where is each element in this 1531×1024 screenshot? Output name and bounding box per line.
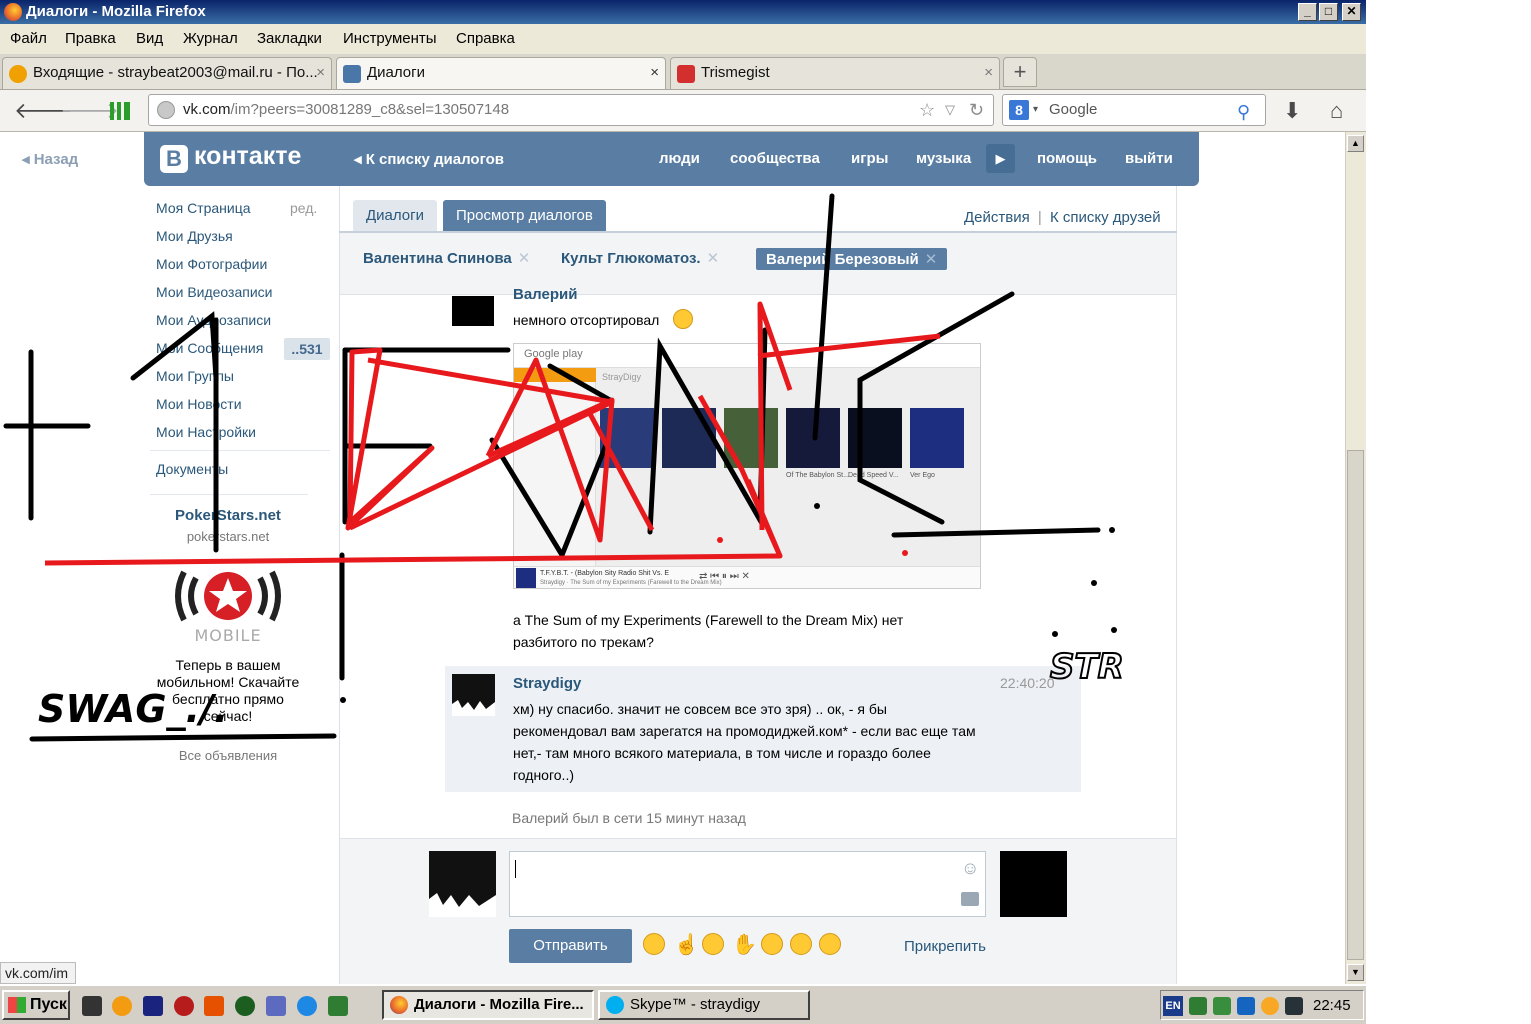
task-firefox[interactable]: Диалоги - Mozilla Fire... [382, 990, 594, 1020]
quicklaunch-icon[interactable] [266, 996, 286, 1016]
start-label: Пуск [30, 996, 67, 1013]
quicklaunch-icon[interactable] [112, 996, 132, 1016]
tray-icon[interactable] [1285, 997, 1303, 1015]
start-button[interactable]: Пуск [2, 990, 70, 1020]
task-label: Skype™ - straydigy [630, 996, 761, 1013]
status-url: vk.com/im [0, 962, 76, 984]
signature-doodle: STR [1050, 647, 1124, 687]
clock: 22:45 [1313, 997, 1351, 1014]
swag-doodle: SWAG_./. [38, 687, 228, 731]
task-label: Диалоги - Mozilla Fire... [414, 996, 584, 1013]
taskbar: Пуск Диалоги - Mozilla Fire... Skype™ - … [0, 984, 1366, 1024]
tray-icon[interactable] [1261, 997, 1279, 1015]
doodle-overlay: SWAG_./. STR [3, 193, 1125, 742]
network-icon[interactable] [1237, 997, 1255, 1015]
photoshop-icon[interactable] [143, 996, 163, 1016]
quicklaunch-icon[interactable] [328, 996, 348, 1016]
system-tray: EN 22:45 [1160, 990, 1364, 1020]
quicklaunch-icon[interactable] [204, 996, 224, 1016]
firefox-icon [390, 996, 408, 1014]
quicklaunch-icon[interactable] [235, 996, 255, 1016]
quicklaunch-icon[interactable] [82, 996, 102, 1016]
tray-icon[interactable] [1213, 997, 1231, 1015]
task-skype[interactable]: Skype™ - straydigy [598, 990, 810, 1020]
red-dots [717, 537, 908, 556]
quicklaunch-icon[interactable] [174, 996, 194, 1016]
skype-icon [606, 996, 624, 1014]
quicklaunch-icon[interactable] [297, 996, 317, 1016]
language-indicator[interactable]: EN [1163, 996, 1183, 1016]
tray-icon[interactable] [1189, 997, 1207, 1015]
black-strokes [3, 193, 1101, 742]
windows-flag-icon [8, 997, 26, 1013]
